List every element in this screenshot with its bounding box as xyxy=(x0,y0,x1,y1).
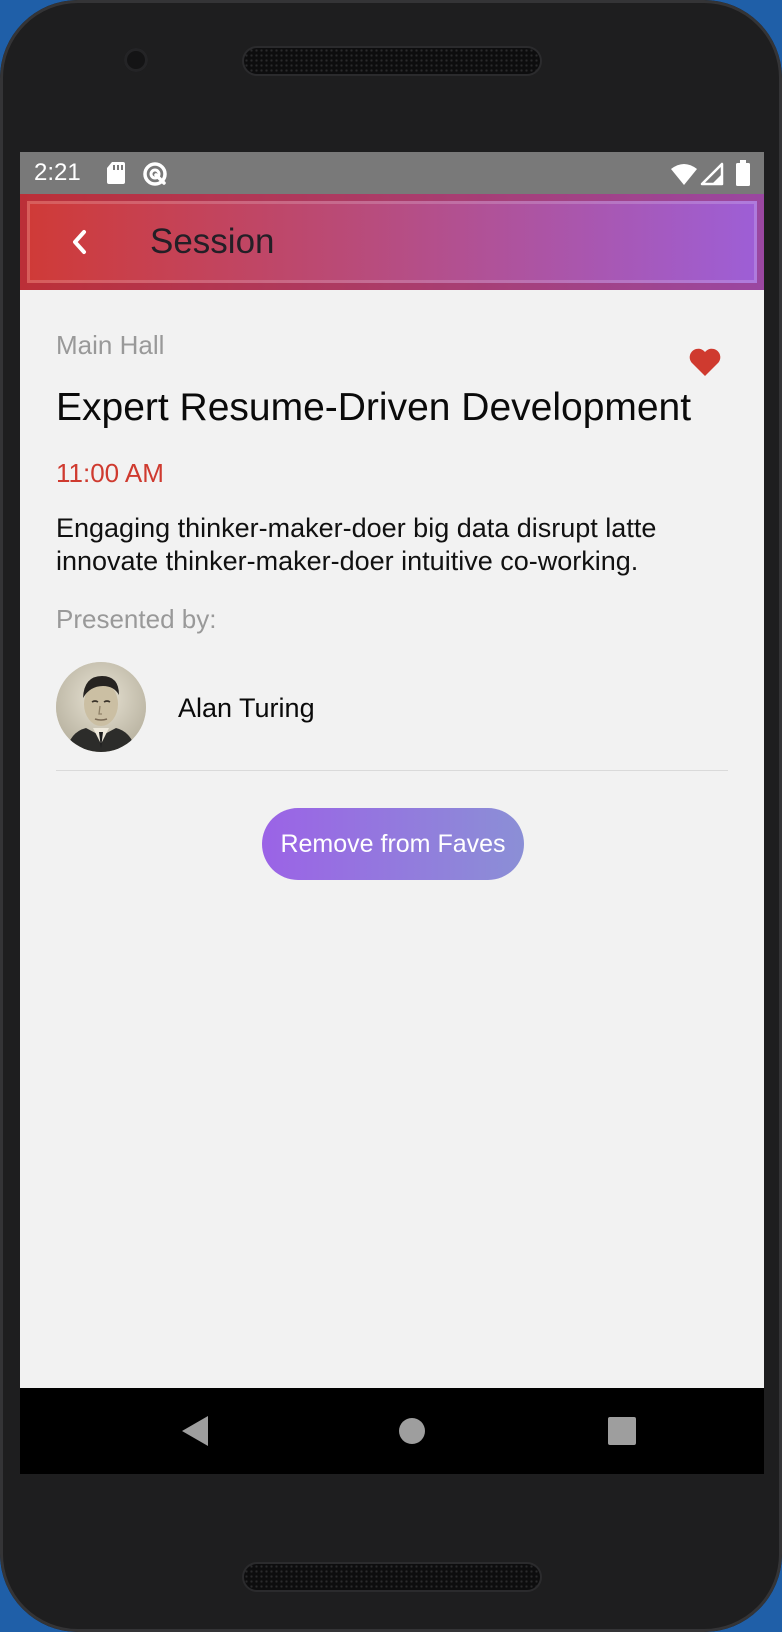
signal-icon xyxy=(700,162,724,186)
sd-card-icon xyxy=(107,162,125,184)
nav-back-button[interactable] xyxy=(156,1388,236,1474)
divider xyxy=(56,770,728,771)
session-detail: Main Hall Expert Resume-Driven Developme… xyxy=(20,290,764,1352)
nav-home-icon xyxy=(399,1418,425,1444)
avatar xyxy=(56,662,146,752)
phone-screen: 2:21 Session Main Hall Expert Resume-Dri… xyxy=(20,152,764,1474)
app-bar: Session xyxy=(20,194,764,290)
wifi-icon xyxy=(671,164,697,185)
session-title: Expert Resume-Driven Development xyxy=(56,386,692,429)
nav-back-icon xyxy=(182,1416,208,1446)
heart-icon[interactable] xyxy=(688,346,722,378)
remove-from-faves-button[interactable]: Remove from Faves xyxy=(262,808,524,880)
back-button[interactable] xyxy=(56,218,104,266)
page-title: Session xyxy=(150,222,275,261)
session-room: Main Hall xyxy=(56,330,165,360)
speaker-avatar-photo xyxy=(56,662,146,752)
chevron-left-icon xyxy=(73,230,86,254)
earpiece-speaker xyxy=(244,48,540,74)
nav-recents-icon xyxy=(608,1417,636,1445)
phone-frame: 2:21 Session Main Hall Expert Resume-Dri… xyxy=(0,0,782,1632)
session-time: 11:00 AM xyxy=(56,458,164,488)
speaker-row[interactable]: Alan Turing xyxy=(56,662,716,754)
presented-by-label: Presented by: xyxy=(56,604,217,634)
nav-recents-button[interactable] xyxy=(582,1388,662,1474)
status-time: 2:21 xyxy=(34,159,81,186)
bottom-speaker xyxy=(244,1564,540,1590)
sync-icon xyxy=(143,162,167,186)
battery-icon xyxy=(736,160,750,186)
status-bar: 2:21 xyxy=(20,152,764,194)
speaker-name: Alan Turing xyxy=(178,693,315,723)
front-camera xyxy=(124,48,148,72)
system-nav-bar xyxy=(20,1388,764,1474)
nav-home-button[interactable] xyxy=(372,1388,452,1474)
session-description: Engaging thinker-maker-doer big data dis… xyxy=(56,513,657,576)
